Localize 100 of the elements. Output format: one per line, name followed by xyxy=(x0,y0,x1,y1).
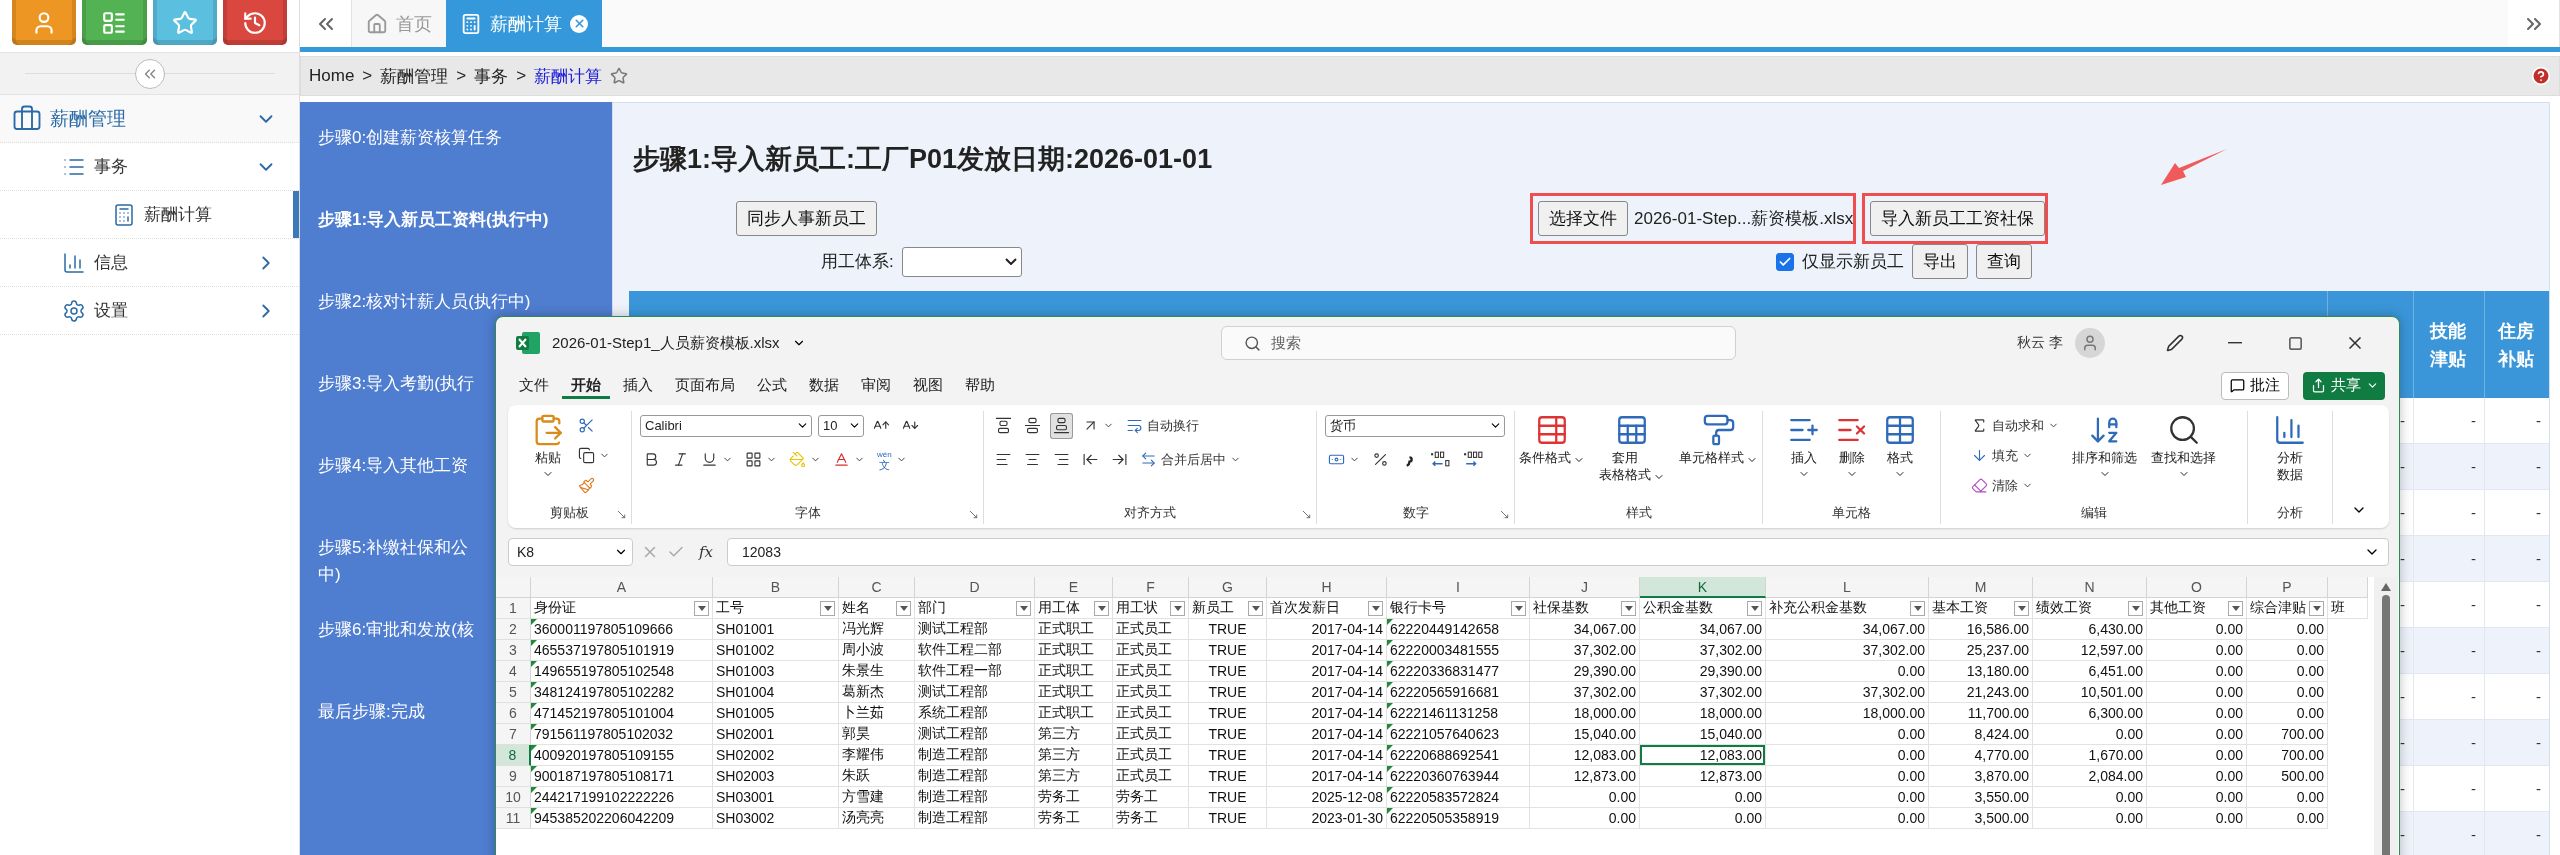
ribbon-button[interactable]: 条件格式 xyxy=(1515,412,1589,504)
filter-dropdown-icon[interactable] xyxy=(2309,600,2324,616)
column-header[interactable]: E xyxy=(1035,577,1113,598)
dropdown-field[interactable]: 货币 xyxy=(1325,414,1505,437)
export-button[interactable]: 导出 xyxy=(1912,244,1968,279)
filter-dropdown-icon[interactable] xyxy=(1248,600,1263,616)
dropdown-field[interactable]: 10 xyxy=(818,414,864,437)
avatar-icon[interactable] xyxy=(2075,328,2105,359)
column-header[interactable]: H xyxy=(1267,577,1387,598)
checkbox[interactable] xyxy=(1776,252,1794,271)
dropdown-field[interactable]: Calibri xyxy=(640,414,812,437)
column-header[interactable]: C xyxy=(839,577,915,598)
employment-select[interactable] xyxy=(901,246,1022,277)
breadcrumb-link[interactable]: Home xyxy=(309,66,355,86)
step-item[interactable]: 最后步骤:完成 xyxy=(318,698,425,725)
column-header[interactable]: L xyxy=(1766,577,1929,598)
filter-dropdown-icon[interactable] xyxy=(2128,600,2143,616)
ribbon-button[interactable]: 清除 xyxy=(1968,472,2062,499)
dialog-launcher-icon[interactable] xyxy=(1301,508,1312,520)
query-button[interactable]: 查询 xyxy=(1976,244,2032,279)
step-item[interactable]: 步骤4:导入其他工资 xyxy=(318,452,469,479)
row-header[interactable]: 5 xyxy=(496,682,531,703)
step-item[interactable]: 步骤1:导入新员工资料(执行中) xyxy=(318,206,549,233)
column-header[interactable]: J xyxy=(1530,577,1640,598)
ribbon-tab[interactable]: 页面布局 xyxy=(666,372,744,400)
ribbon-button[interactable]: 自动换行 xyxy=(1123,412,1202,439)
filter-dropdown-icon[interactable] xyxy=(820,600,835,616)
filter-dropdown-icon[interactable] xyxy=(1016,600,1031,616)
filter-dropdown-icon[interactable] xyxy=(1511,600,1526,616)
dialog-launcher-icon[interactable] xyxy=(1499,508,1510,520)
filter-dropdown-icon[interactable] xyxy=(1368,600,1383,616)
column-header[interactable]: D xyxy=(915,577,1035,598)
ribbon-button[interactable]: 分析 数据 xyxy=(2269,412,2311,504)
ribbon-button[interactable]: 填充 xyxy=(1968,442,2062,469)
filter-dropdown-icon[interactable] xyxy=(1910,600,1925,616)
function-label[interactable]: fx xyxy=(693,542,719,561)
share-button[interactable]: 共享 xyxy=(2303,371,2385,400)
nav-item[interactable]: 薪酬计算 xyxy=(0,191,299,239)
align-bottom-button[interactable] xyxy=(1050,412,1073,439)
shortcut-button[interactable] xyxy=(12,0,77,45)
filter-dropdown-icon[interactable] xyxy=(896,600,911,616)
step-item[interactable]: 步骤6:审批和发放(核 xyxy=(318,616,474,643)
column-header[interactable]: A xyxy=(531,577,713,598)
row-header[interactable]: 11 xyxy=(496,808,531,829)
column-header[interactable]: K xyxy=(1640,577,1766,598)
ribbon-button[interactable]: 插入 xyxy=(1782,412,1825,504)
choose-file-button[interactable]: 选择文件 xyxy=(1538,201,1628,236)
row-header[interactable]: 10 xyxy=(496,787,531,808)
ribbon-button[interactable]: 排序和筛选 xyxy=(2068,412,2141,504)
column-header[interactable]: F xyxy=(1113,577,1189,598)
ribbon-tab[interactable]: 插入 xyxy=(614,372,662,400)
star-icon[interactable] xyxy=(610,67,629,85)
comment-button[interactable]: 批注 xyxy=(2221,371,2289,400)
ribbon-tab[interactable]: 数据 xyxy=(800,372,848,400)
ribbon-tab[interactable]: 帮助 xyxy=(956,372,1004,400)
shortcut-button[interactable] xyxy=(152,0,217,45)
sync-button[interactable]: 同步人事新员工 xyxy=(736,201,877,236)
collapse-button[interactable] xyxy=(134,58,165,89)
breadcrumb-link[interactable]: 事务 xyxy=(474,64,509,88)
scroll-right-button[interactable] xyxy=(2508,0,2560,47)
column-header[interactable]: M xyxy=(1929,577,2033,598)
ribbon-button[interactable]: 合并后居中 xyxy=(1137,446,1244,473)
filter-dropdown-icon[interactable] xyxy=(1170,600,1185,616)
column-header[interactable]: G xyxy=(1189,577,1267,598)
column-header[interactable]: O xyxy=(2147,577,2247,598)
filter-dropdown-icon[interactable] xyxy=(1621,600,1636,616)
row-header[interactable]: 4 xyxy=(496,661,531,682)
search-field[interactable]: 搜索 xyxy=(1221,326,1736,361)
shortcut-button[interactable] xyxy=(222,0,287,45)
dialog-launcher-icon[interactable] xyxy=(968,508,979,520)
ribbon-button[interactable]: 删除 xyxy=(1830,412,1873,504)
filter-dropdown-icon[interactable] xyxy=(1094,600,1109,616)
step-item[interactable]: 步骤0:创建薪资核算任务 xyxy=(318,124,503,151)
import-button[interactable]: 导入新员工工资社保 xyxy=(1870,201,2046,236)
ribbon-button[interactable]: 自动求和 xyxy=(1968,412,2062,439)
breadcrumb-link[interactable]: 薪酬计算 xyxy=(534,64,603,88)
row-header[interactable]: 1 xyxy=(496,598,531,619)
ribbon-tab[interactable]: 审阅 xyxy=(852,372,900,400)
scroll-bar[interactable] xyxy=(2374,577,2398,855)
ribbon-tab[interactable]: 视图 xyxy=(904,372,952,400)
row-header[interactable]: 3 xyxy=(496,640,531,661)
column-header[interactable]: N xyxy=(2033,577,2147,598)
help-icon[interactable] xyxy=(2531,66,2551,86)
row-header[interactable]: 6 xyxy=(496,703,531,724)
dialog-launcher-icon[interactable] xyxy=(616,508,627,520)
filter-dropdown-icon[interactable] xyxy=(1747,600,1762,616)
ribbon-tab[interactable]: 公式 xyxy=(748,372,796,400)
name-box[interactable]: K8 xyxy=(508,537,633,566)
ribbon-button[interactable]: 粘贴 xyxy=(526,412,569,504)
tool-button[interactable]: wén 文 xyxy=(874,446,910,473)
filter-dropdown-icon[interactable] xyxy=(694,600,709,616)
ribbon-button[interactable]: 格式 xyxy=(1878,412,1921,504)
ribbon-button[interactable]: 单元格样式 xyxy=(1675,412,1762,504)
ribbon-tab[interactable]: 文件 xyxy=(510,372,558,400)
scroll-left-button[interactable] xyxy=(300,0,352,47)
breadcrumb-link[interactable]: 薪酬管理 xyxy=(380,64,449,88)
step-item[interactable]: 步骤2:核对计薪人员(执行中) xyxy=(318,288,531,315)
nav-item[interactable]: 薪酬管理 xyxy=(0,95,299,143)
ribbon-tab[interactable]: 开始 xyxy=(562,372,610,400)
ribbon-button[interactable]: 查找和选择 xyxy=(2147,412,2220,504)
